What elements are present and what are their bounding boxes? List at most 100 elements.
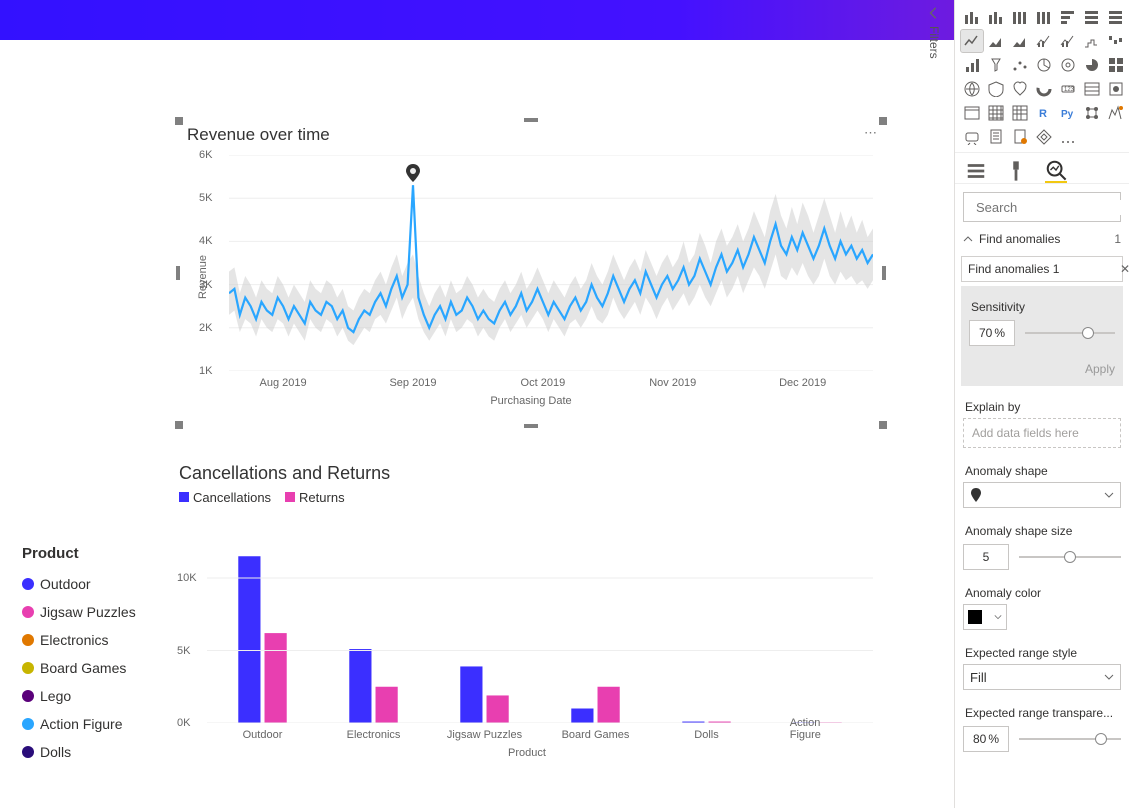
viz-type-icon[interactable] (1009, 78, 1031, 100)
viz-type-icon[interactable]: 123 (1057, 78, 1079, 100)
visualization-picker: 123 R Py (955, 0, 1129, 152)
anomaly-color-picker[interactable] (963, 604, 1007, 630)
slicer-item[interactable]: Dolls (22, 738, 162, 766)
bar-chart-visual[interactable]: Cancellations and Returns Cancellations … (170, 458, 884, 778)
viz-type-icon[interactable] (1081, 30, 1103, 52)
x-tick-label: Dec 2019 (779, 377, 826, 389)
chevron-down-icon (994, 613, 1002, 621)
slicer-item[interactable]: Electronics (22, 626, 162, 654)
transparency-slider[interactable] (1019, 732, 1121, 746)
viz-type-icon[interactable] (985, 30, 1007, 52)
viz-type-icon[interactable] (961, 78, 983, 100)
viz-type-icon[interactable] (961, 6, 983, 28)
expected-range-style-select[interactable]: Fill (963, 664, 1121, 690)
viz-type-icon[interactable] (1033, 6, 1055, 28)
viz-type-icon[interactable] (1057, 126, 1079, 148)
viz-type-icon[interactable] (1009, 102, 1031, 124)
viz-type-icon[interactable] (985, 54, 1007, 76)
viz-type-icon[interactable] (1009, 6, 1031, 28)
x-tick-label: Oct 2019 (521, 377, 566, 389)
slicer-item[interactable]: Lego (22, 682, 162, 710)
resize-handle[interactable] (175, 117, 183, 125)
viz-type-icon[interactable] (961, 54, 983, 76)
anomaly-marker-icon[interactable] (406, 164, 420, 185)
viz-type-icon[interactable] (1105, 6, 1127, 28)
viz-type-icon[interactable] (1033, 30, 1055, 52)
viz-type-icon[interactable] (1057, 6, 1079, 28)
resize-handle[interactable] (175, 421, 183, 429)
viz-type-icon[interactable] (1057, 54, 1079, 76)
viz-type-icon[interactable]: R (1033, 102, 1055, 124)
anomaly-card[interactable]: Find anomalies 1 ✕ (961, 256, 1123, 282)
slicer-item-label: Board Games (40, 660, 126, 676)
x-tick-label: Nov 2019 (649, 377, 696, 389)
sensitivity-value-box[interactable]: 70% (969, 320, 1015, 346)
explain-by-dropzone[interactable]: Add data fields here (963, 418, 1121, 448)
slicer-item-label: Action Figure (40, 716, 122, 732)
line-chart-visual[interactable]: ⋯ Revenue over time Revenue Purchasing D… (178, 120, 884, 426)
viz-type-icon[interactable] (961, 30, 983, 52)
product-slicer[interactable]: Product OutdoorJigsaw PuzzlesElectronics… (22, 545, 162, 766)
viz-type-icon[interactable] (1033, 78, 1055, 100)
format-tabstrip (955, 152, 1129, 184)
viz-type-icon[interactable] (1033, 126, 1055, 148)
viz-type-icon[interactable] (1081, 6, 1103, 28)
y-tick-label: 0K (177, 717, 190, 729)
apply-button[interactable]: Apply (969, 362, 1115, 376)
viz-type-icon[interactable] (985, 6, 1007, 28)
transparency-value-box[interactable]: 80% (963, 726, 1009, 752)
y-tick-label: 5K (199, 192, 212, 204)
slicer-item-label: Electronics (40, 632, 108, 648)
viz-type-icon[interactable] (961, 102, 983, 124)
x-tick-label: Aug 2019 (260, 377, 307, 389)
anomaly-shape-select[interactable] (963, 482, 1121, 508)
viz-type-icon[interactable] (1105, 30, 1127, 52)
format-tab-icon[interactable] (1005, 159, 1027, 183)
slicer-item[interactable]: Outdoor (22, 570, 162, 598)
y-tick-label: 6K (199, 149, 212, 161)
viz-type-icon[interactable] (1081, 54, 1103, 76)
search-input[interactable] (976, 200, 1129, 215)
resize-handle[interactable] (524, 118, 538, 122)
close-icon[interactable]: ✕ (1120, 262, 1129, 276)
viz-type-icon[interactable] (1009, 54, 1031, 76)
viz-type-icon[interactable] (1057, 30, 1079, 52)
color-dot-icon (22, 578, 34, 590)
viz-type-icon[interactable] (985, 102, 1007, 124)
viz-type-icon[interactable] (985, 78, 1007, 100)
resize-handle[interactable] (879, 117, 887, 125)
shape-size-slider[interactable] (1019, 550, 1121, 564)
svg-text:R: R (1039, 108, 1047, 120)
slicer-item[interactable]: Board Games (22, 654, 162, 682)
viz-type-icon[interactable] (1009, 126, 1031, 148)
viz-type-icon[interactable] (1105, 54, 1127, 76)
chevron-up-icon (963, 234, 973, 244)
filters-pane-collapsed[interactable]: Filters (922, 3, 946, 93)
legend-item[interactable]: Cancellations (179, 490, 271, 505)
slicer-item[interactable]: Action Figure (22, 710, 162, 738)
viz-type-icon[interactable] (961, 126, 983, 148)
viz-type-icon[interactable] (1105, 78, 1127, 100)
x-tick-label: Action Figure (790, 717, 846, 741)
viz-type-icon[interactable] (1009, 30, 1031, 52)
viz-type-icon[interactable] (1081, 102, 1103, 124)
viz-type-icon[interactable] (1033, 54, 1055, 76)
viz-type-icon[interactable] (1081, 78, 1103, 100)
slicer-item[interactable]: Jigsaw Puzzles (22, 598, 162, 626)
more-icon[interactable]: ⋯ (864, 125, 877, 141)
search-box[interactable] (963, 192, 1121, 222)
legend-item[interactable]: Returns (285, 490, 345, 505)
analytics-tab-icon[interactable] (1045, 159, 1067, 183)
anomaly-shape-size-label: Anomaly shape size (965, 524, 1119, 538)
shape-size-value-box[interactable]: 5 (963, 544, 1009, 570)
y-axis-label: Revenue (197, 255, 209, 299)
viz-type-icon[interactable] (985, 126, 1007, 148)
viz-type-icon[interactable]: Py (1057, 102, 1079, 124)
sensitivity-slider[interactable] (1025, 326, 1115, 340)
resize-handle[interactable] (879, 421, 887, 429)
find-anomalies-section[interactable]: Find anomalies 1 (955, 226, 1129, 252)
resize-handle[interactable] (524, 424, 538, 428)
viz-type-icon[interactable] (1105, 102, 1127, 124)
fields-tab-icon[interactable] (965, 159, 987, 183)
sensitivity-label: Sensitivity (971, 300, 1113, 314)
